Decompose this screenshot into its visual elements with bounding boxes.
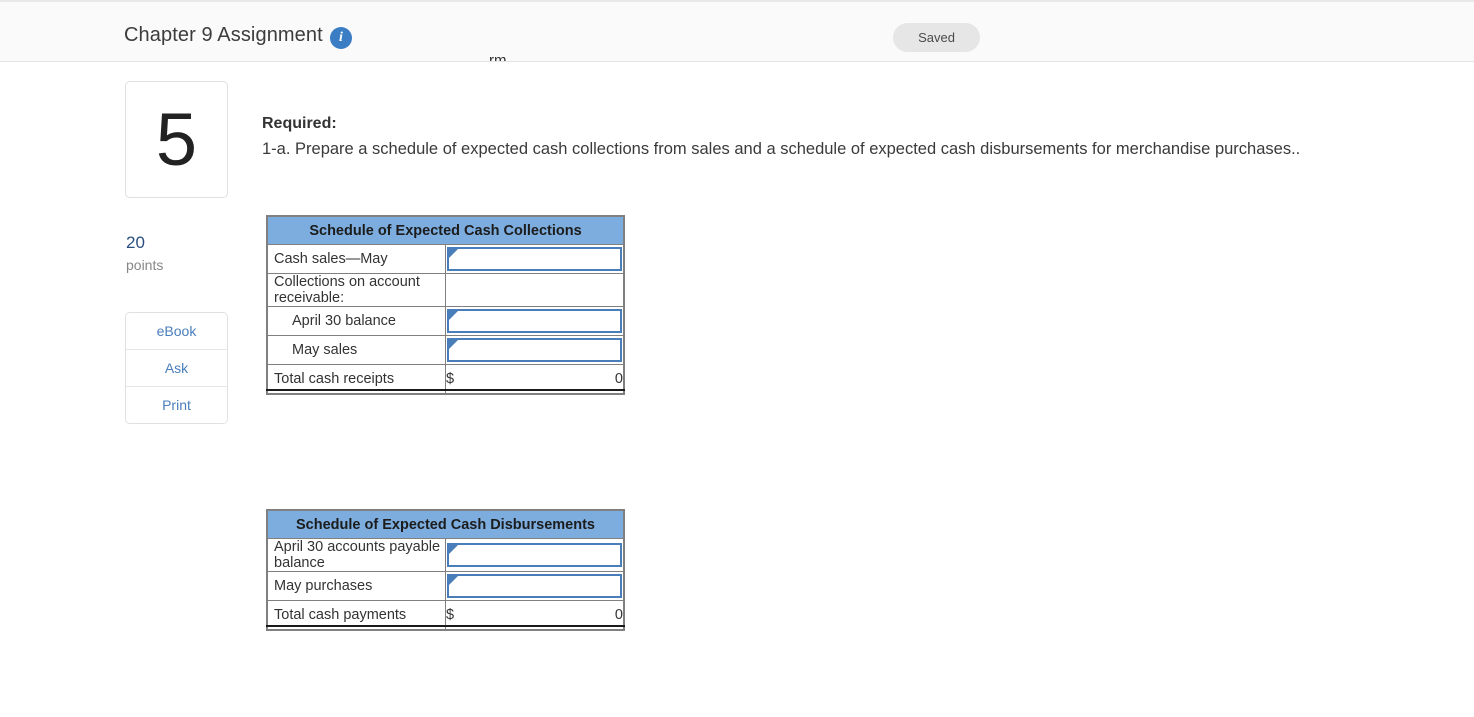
app-header: Chapter 9 Assignment i Saved [0,0,1474,62]
row-value-cell [445,571,624,601]
april-30-balance-input[interactable] [449,311,620,331]
required-text: 1-a. Prepare a schedule of expected cash… [262,140,1301,158]
schedule-table-collections: Schedule of Expected Cash Collections Ca… [266,215,625,395]
ebook-button[interactable]: eBook [126,313,227,350]
question-number: 5 [155,98,198,181]
row-label: Cash sales—May [267,244,446,274]
table: Schedule of Expected Cash Collections Ca… [267,216,624,394]
clipped-text-remnant: rm [489,56,511,61]
table-row: April 30 balance [267,306,624,336]
total-amount: 0 [614,607,623,623]
table-row: May purchases [267,571,624,601]
table-row: Cash sales—May [267,244,624,274]
april-30-ap-balance-input-wrap[interactable] [447,543,622,567]
row-value-cell [445,538,624,572]
row-value-cell [445,335,624,365]
may-purchases-input[interactable] [449,576,620,596]
ask-button[interactable]: Ask [126,350,227,387]
points-value: 20 [126,233,145,252]
row-label: April 30 accounts payable balance [267,538,446,572]
cash-sales-may-input-wrap[interactable] [447,247,622,271]
table-title: Schedule of Expected Cash Collections [267,216,624,245]
table-title: Schedule of Expected Cash Disbursements [267,510,624,539]
row-value-cell [445,244,624,274]
table-row: Collections on account receivable: [267,273,624,307]
currency-symbol: $ [446,607,455,623]
row-label: May sales [267,335,446,365]
may-purchases-input-wrap[interactable] [447,574,622,598]
total-amount: 0 [614,371,623,387]
required-label: Required: [262,115,337,132]
table-row: April 30 accounts payable balance [267,538,624,572]
row-value-cell [445,306,624,336]
total-double-rule [266,625,625,627]
row-label: Collections on account receivable: [267,273,446,307]
row-value-cell-blank [445,273,624,307]
row-label: April 30 balance [267,306,446,336]
table: Schedule of Expected Cash Disbursements … [267,510,624,630]
print-button[interactable]: Print [126,387,227,423]
question-number-box: 5 [125,81,228,198]
page-title: Chapter 9 Assignment [124,24,323,46]
schedule-table-disbursements: Schedule of Expected Cash Disbursements … [266,509,625,631]
april-30-ap-balance-input[interactable] [449,545,620,565]
table-row: May sales [267,335,624,365]
may-sales-input-wrap[interactable] [447,338,622,362]
row-label: May purchases [267,571,446,601]
table-body: Cash sales—May Collections on account re… [267,244,624,394]
total-double-rule [266,389,625,391]
action-button-group: eBook Ask Print [125,312,228,424]
status-badge: Saved [893,23,980,52]
table-body: April 30 accounts payable balance May pu… [267,538,624,630]
cash-sales-may-input[interactable] [449,249,620,269]
may-sales-input[interactable] [449,340,620,360]
points-label: points [126,257,164,273]
info-icon[interactable]: i [330,27,352,49]
april-30-balance-input-wrap[interactable] [447,309,622,333]
currency-symbol: $ [446,371,455,387]
